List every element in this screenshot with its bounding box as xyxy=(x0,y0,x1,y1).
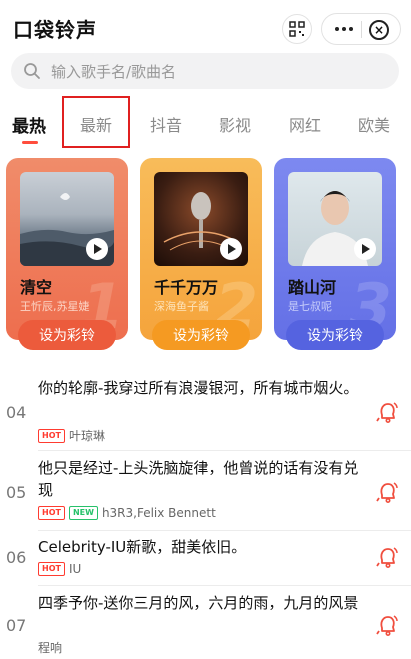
song-title: 四季予你-送你三月的风，六月的雨，九月的风景 xyxy=(38,594,359,612)
ringtone-icon[interactable] xyxy=(373,544,399,570)
miniapp-capsule: × xyxy=(321,13,401,45)
tab-highlight-box xyxy=(62,96,130,148)
featured-card-1[interactable]: 1 清空 王忻辰,苏星婕 xyxy=(6,158,128,340)
new-badge: NEW xyxy=(68,506,98,520)
hot-badge: HOT xyxy=(38,562,65,576)
hot-badge: HOT xyxy=(38,506,65,520)
featured-card-3[interactable]: 3 踏山河 是七叔呢 xyxy=(274,158,396,340)
song-rank: 05 xyxy=(6,483,27,502)
song-artist: IU xyxy=(68,562,82,576)
row-divider xyxy=(38,585,411,586)
song-title: 他只是经过-上头洗脑旋律，他曾说的话有没有兑现 xyxy=(38,459,359,499)
card-song-title: 清空 xyxy=(20,278,53,297)
app-title: 口袋铃声 xyxy=(13,18,97,42)
card-artist: 是七叔呢 xyxy=(288,300,332,313)
play-icon[interactable] xyxy=(354,238,376,260)
song-title: 你的轮廓-我穿过所有浪漫银河，所有城市烟火。 xyxy=(38,379,359,397)
scan-icon[interactable] xyxy=(282,14,312,44)
tab-douyin[interactable]: 抖音 xyxy=(150,112,182,136)
tab-western[interactable]: 欧美 xyxy=(358,112,390,136)
active-tab-indicator xyxy=(22,141,38,144)
song-row[interactable]: 06 Celebrity-IU新歌，甜美依旧。 HOT IU xyxy=(0,536,411,586)
album-cover xyxy=(20,172,114,266)
search-input[interactable]: 输入歌手名/歌曲名 xyxy=(11,53,399,89)
song-meta: HOT IU xyxy=(38,562,81,576)
song-meta: 程响 xyxy=(38,639,62,656)
play-icon[interactable] xyxy=(220,238,242,260)
set-ringtone-button-1[interactable]: 设为彩铃 xyxy=(18,320,116,350)
tab-film-tv[interactable]: 影视 xyxy=(219,112,251,136)
card-song-title: 千千万万 xyxy=(154,278,219,297)
song-rank: 07 xyxy=(6,616,27,635)
song-row[interactable]: 04 你的轮廓-我穿过所有浪漫银河，所有城市烟火。 HOT 叶琼琳 xyxy=(0,375,411,450)
song-meta: HOT NEW h3R3,Felix Bennett xyxy=(38,506,216,520)
card-artist: 王忻辰,苏星婕 xyxy=(20,300,90,313)
set-ringtone-button-3[interactable]: 设为彩铃 xyxy=(286,320,384,350)
search-icon xyxy=(24,63,40,79)
card-artist: 深海鱼子酱 xyxy=(154,300,209,313)
search-placeholder: 输入歌手名/歌曲名 xyxy=(51,63,177,81)
row-divider xyxy=(38,450,411,451)
set-ringtone-button-2[interactable]: 设为彩铃 xyxy=(152,320,250,350)
song-artist: 叶琼琳 xyxy=(68,429,105,443)
row-divider xyxy=(38,530,411,531)
ringtone-icon[interactable] xyxy=(373,479,399,505)
album-cover xyxy=(154,172,248,266)
song-row[interactable]: 05 他只是经过-上头洗脑旋律，他曾说的话有没有兑现 HOT NEW h3R3,… xyxy=(0,457,411,529)
song-artist: 程响 xyxy=(38,641,63,655)
song-meta: HOT 叶琼琳 xyxy=(38,427,105,444)
song-rank: 04 xyxy=(6,403,27,422)
card-song-title: 踏山河 xyxy=(288,278,337,297)
capsule-divider xyxy=(361,21,362,38)
featured-card-2[interactable]: 2 千千万万 深海鱼子酱 xyxy=(140,158,262,340)
hot-badge: HOT xyxy=(38,428,65,443)
song-title: Celebrity-IU新歌，甜美依旧。 xyxy=(38,538,247,556)
tab-hottest[interactable]: 最热 xyxy=(12,112,46,137)
song-rank: 06 xyxy=(6,548,27,567)
song-artist: h3R3,Felix Bennett xyxy=(101,506,216,520)
album-cover xyxy=(288,172,382,266)
play-icon[interactable] xyxy=(86,238,108,260)
close-icon[interactable]: × xyxy=(369,20,389,40)
more-icon[interactable] xyxy=(330,18,358,40)
song-row[interactable]: 07 四季予你-送你三月的风，六月的雨，九月的风景 程响 xyxy=(0,592,411,659)
top-bar: 口袋铃声 × xyxy=(0,0,411,50)
tab-influencer[interactable]: 网红 xyxy=(289,112,321,136)
ringtone-icon[interactable] xyxy=(373,399,399,425)
ringtone-icon[interactable] xyxy=(373,612,399,638)
